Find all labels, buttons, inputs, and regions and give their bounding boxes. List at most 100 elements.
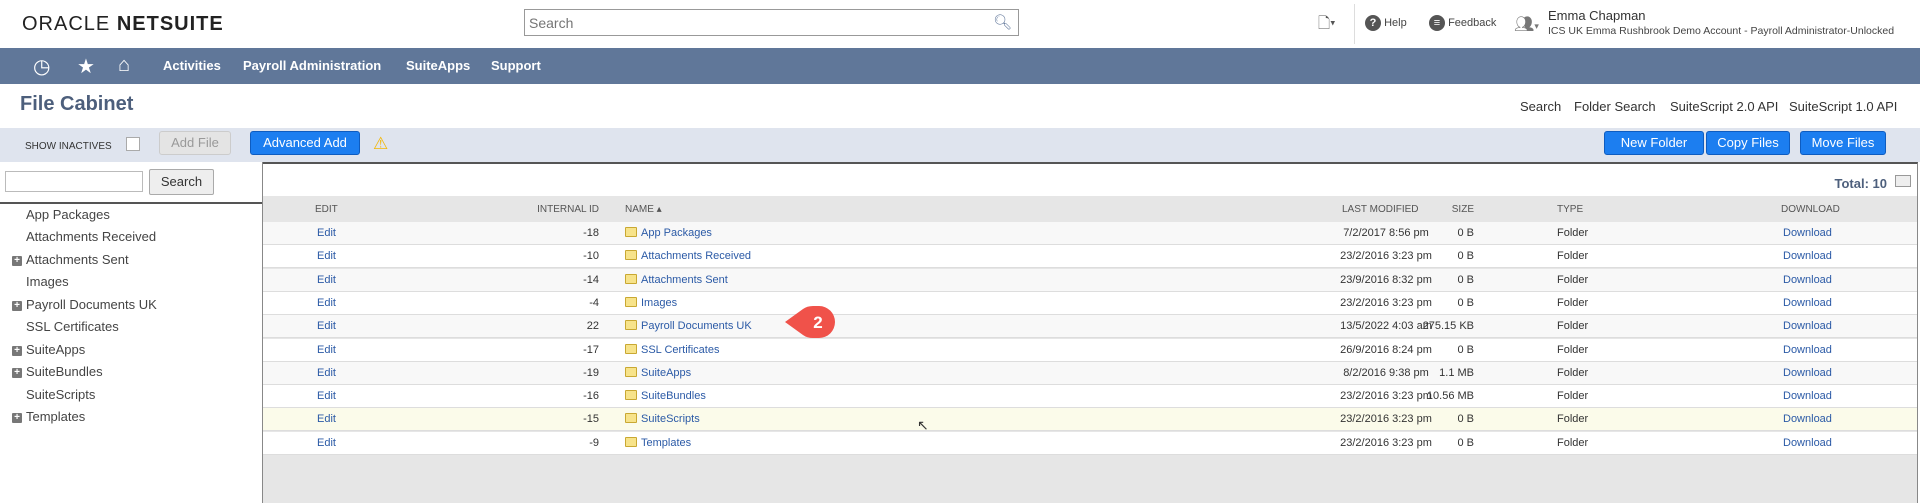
file-type: Folder	[1557, 250, 1589, 263]
download-link[interactable]: Download	[1783, 390, 1832, 402]
edit-link[interactable]: Edit	[317, 413, 336, 425]
edit-link[interactable]: Edit	[317, 227, 336, 239]
folder-name-link[interactable]: SSL Certificates	[641, 344, 719, 356]
folder-name-link[interactable]: SuiteScripts	[641, 413, 700, 425]
tree-item[interactable]: SuiteApps	[26, 342, 85, 357]
feedback-icon: ≡	[1429, 15, 1445, 31]
folder-icon	[625, 413, 637, 424]
download-link[interactable]: Download	[1783, 344, 1832, 356]
file-type: Folder	[1557, 227, 1589, 239]
column-type[interactable]: TYPE	[1557, 204, 1583, 215]
column-last-modified[interactable]: LAST MODIFIED	[1342, 204, 1419, 215]
last-modified: 23/2/2016 3:23 pm	[1340, 436, 1432, 449]
roles-icon[interactable]: 👥︎▾	[1514, 14, 1539, 34]
download-link[interactable]: Download	[1783, 413, 1832, 425]
suitescript-2-api-link[interactable]: SuiteScript 2.0 API	[1670, 99, 1778, 114]
recent-records-icon[interactable]: ◷	[33, 54, 50, 79]
tree-item[interactable]: Attachments Sent	[26, 252, 129, 267]
edit-link[interactable]: Edit	[317, 250, 336, 262]
internal-id: -18	[583, 227, 599, 239]
folder-tree-sidebar: Search App Packages Attachments Received +…	[0, 162, 263, 503]
folder-name-link[interactable]: Attachments Sent	[641, 274, 728, 286]
folder-name-link[interactable]: Templates	[641, 437, 691, 449]
search-link[interactable]: Search	[1520, 99, 1561, 114]
move-files-button[interactable]: Move Files	[1800, 131, 1886, 155]
file-size: 0 B	[1457, 343, 1474, 356]
column-edit: EDIT	[315, 204, 338, 215]
download-link[interactable]: Download	[1783, 250, 1832, 262]
last-modified: 13/5/2022 4:03 am	[1340, 320, 1432, 333]
edit-link[interactable]: Edit	[317, 297, 336, 309]
folder-name-link[interactable]: Images	[641, 297, 677, 309]
folder-search-link[interactable]: Folder Search	[1574, 99, 1656, 114]
file-size: 1.1 MB	[1439, 366, 1474, 379]
edit-link[interactable]: Edit	[317, 390, 336, 402]
column-name[interactable]: NAME ▴	[625, 204, 662, 215]
folder-icon	[625, 390, 637, 401]
logo-netsuite: NETSUITE	[116, 13, 224, 35]
table-row: Edit -18 App Packages 0 B 7/2/2017 8:56 pm Fo…	[263, 222, 1917, 245]
global-search[interactable]: 🔍︎	[524, 9, 1019, 36]
tree-item[interactable]: Templates	[26, 409, 85, 424]
netsuite-logo[interactable]: ORACLE NETSUITE	[22, 13, 224, 36]
edit-link[interactable]: Edit	[317, 274, 336, 286]
folder-name-link[interactable]: Payroll Documents UK	[641, 320, 752, 332]
export-icon[interactable]	[1895, 175, 1911, 187]
advanced-add-button[interactable]: Advanced Add	[250, 131, 360, 155]
download-link[interactable]: Download	[1783, 320, 1832, 332]
folder-name-link[interactable]: SuiteBundles	[641, 390, 706, 402]
internal-id: -15	[583, 413, 599, 426]
nav-activities[interactable]: Activities	[163, 58, 221, 73]
home-icon[interactable]: ⌂	[118, 54, 130, 77]
expand-icon[interactable]: +	[12, 256, 22, 266]
file-type: Folder	[1557, 343, 1589, 356]
edit-link[interactable]: Edit	[317, 367, 336, 379]
star-icon[interactable]: ★	[77, 54, 95, 79]
column-internal-id[interactable]: INTERNAL ID	[537, 204, 599, 215]
copy-files-button[interactable]: Copy Files	[1706, 131, 1790, 155]
feedback-label: Feedback	[1448, 17, 1497, 29]
user-name[interactable]: Emma Chapman	[1548, 8, 1646, 23]
file-type: Folder	[1557, 296, 1589, 309]
tree-item[interactable]: App Packages	[26, 207, 110, 222]
nav-suiteapps[interactable]: SuiteApps	[406, 58, 470, 73]
download-link[interactable]: Download	[1783, 227, 1832, 239]
tree-item[interactable]: SuiteScripts	[26, 387, 95, 402]
tree-item[interactable]: Images	[26, 274, 69, 289]
new-folder-button[interactable]: New Folder	[1604, 131, 1704, 155]
create-new-icon[interactable]: 🗋︎▾	[1318, 13, 1336, 38]
download-link[interactable]: Download	[1783, 297, 1832, 309]
warning-icon: ⚠	[373, 134, 389, 153]
tree-item[interactable]: SuiteBundles	[26, 364, 103, 379]
expand-icon[interactable]: +	[12, 301, 22, 311]
tree-item[interactable]: SSL Certificates	[26, 319, 119, 334]
table-header: EDIT INTERNAL ID NAME ▴ SIZE LAST MODIFI…	[263, 196, 1917, 222]
nav-support[interactable]: Support	[491, 58, 541, 73]
edit-link[interactable]: Edit	[317, 344, 336, 356]
expand-icon[interactable]: +	[12, 368, 22, 378]
column-size[interactable]: SIZE	[1452, 204, 1474, 215]
expand-icon[interactable]: +	[12, 346, 22, 356]
suitescript-1-api-link[interactable]: SuiteScript 1.0 API	[1789, 99, 1897, 114]
folder-name-link[interactable]: Attachments Received	[641, 250, 751, 262]
download-link[interactable]: Download	[1783, 274, 1832, 286]
expand-icon[interactable]: +	[12, 413, 22, 423]
feedback-button[interactable]: ≡ Feedback	[1429, 15, 1496, 31]
divider	[0, 202, 262, 204]
folder-name-link[interactable]: SuiteApps	[641, 367, 691, 379]
global-search-input[interactable]	[525, 10, 985, 35]
folder-search-input[interactable]	[5, 171, 143, 192]
download-link[interactable]: Download	[1783, 437, 1832, 449]
help-button[interactable]: ? Help	[1365, 15, 1407, 31]
add-file-button[interactable]: Add File	[159, 131, 231, 155]
edit-link[interactable]: Edit	[317, 320, 336, 332]
nav-payroll-administration[interactable]: Payroll Administration	[243, 58, 381, 73]
tree-item[interactable]: Attachments Received	[26, 229, 156, 244]
folder-name-link[interactable]: App Packages	[641, 227, 712, 239]
edit-link[interactable]: Edit	[317, 437, 336, 449]
tree-item[interactable]: Payroll Documents UK	[26, 297, 157, 312]
search-icon[interactable]: 🔍︎	[993, 13, 1012, 31]
show-inactives-checkbox[interactable]	[126, 137, 140, 151]
download-link[interactable]: Download	[1783, 367, 1832, 379]
folder-search-button[interactable]: Search	[149, 169, 214, 195]
